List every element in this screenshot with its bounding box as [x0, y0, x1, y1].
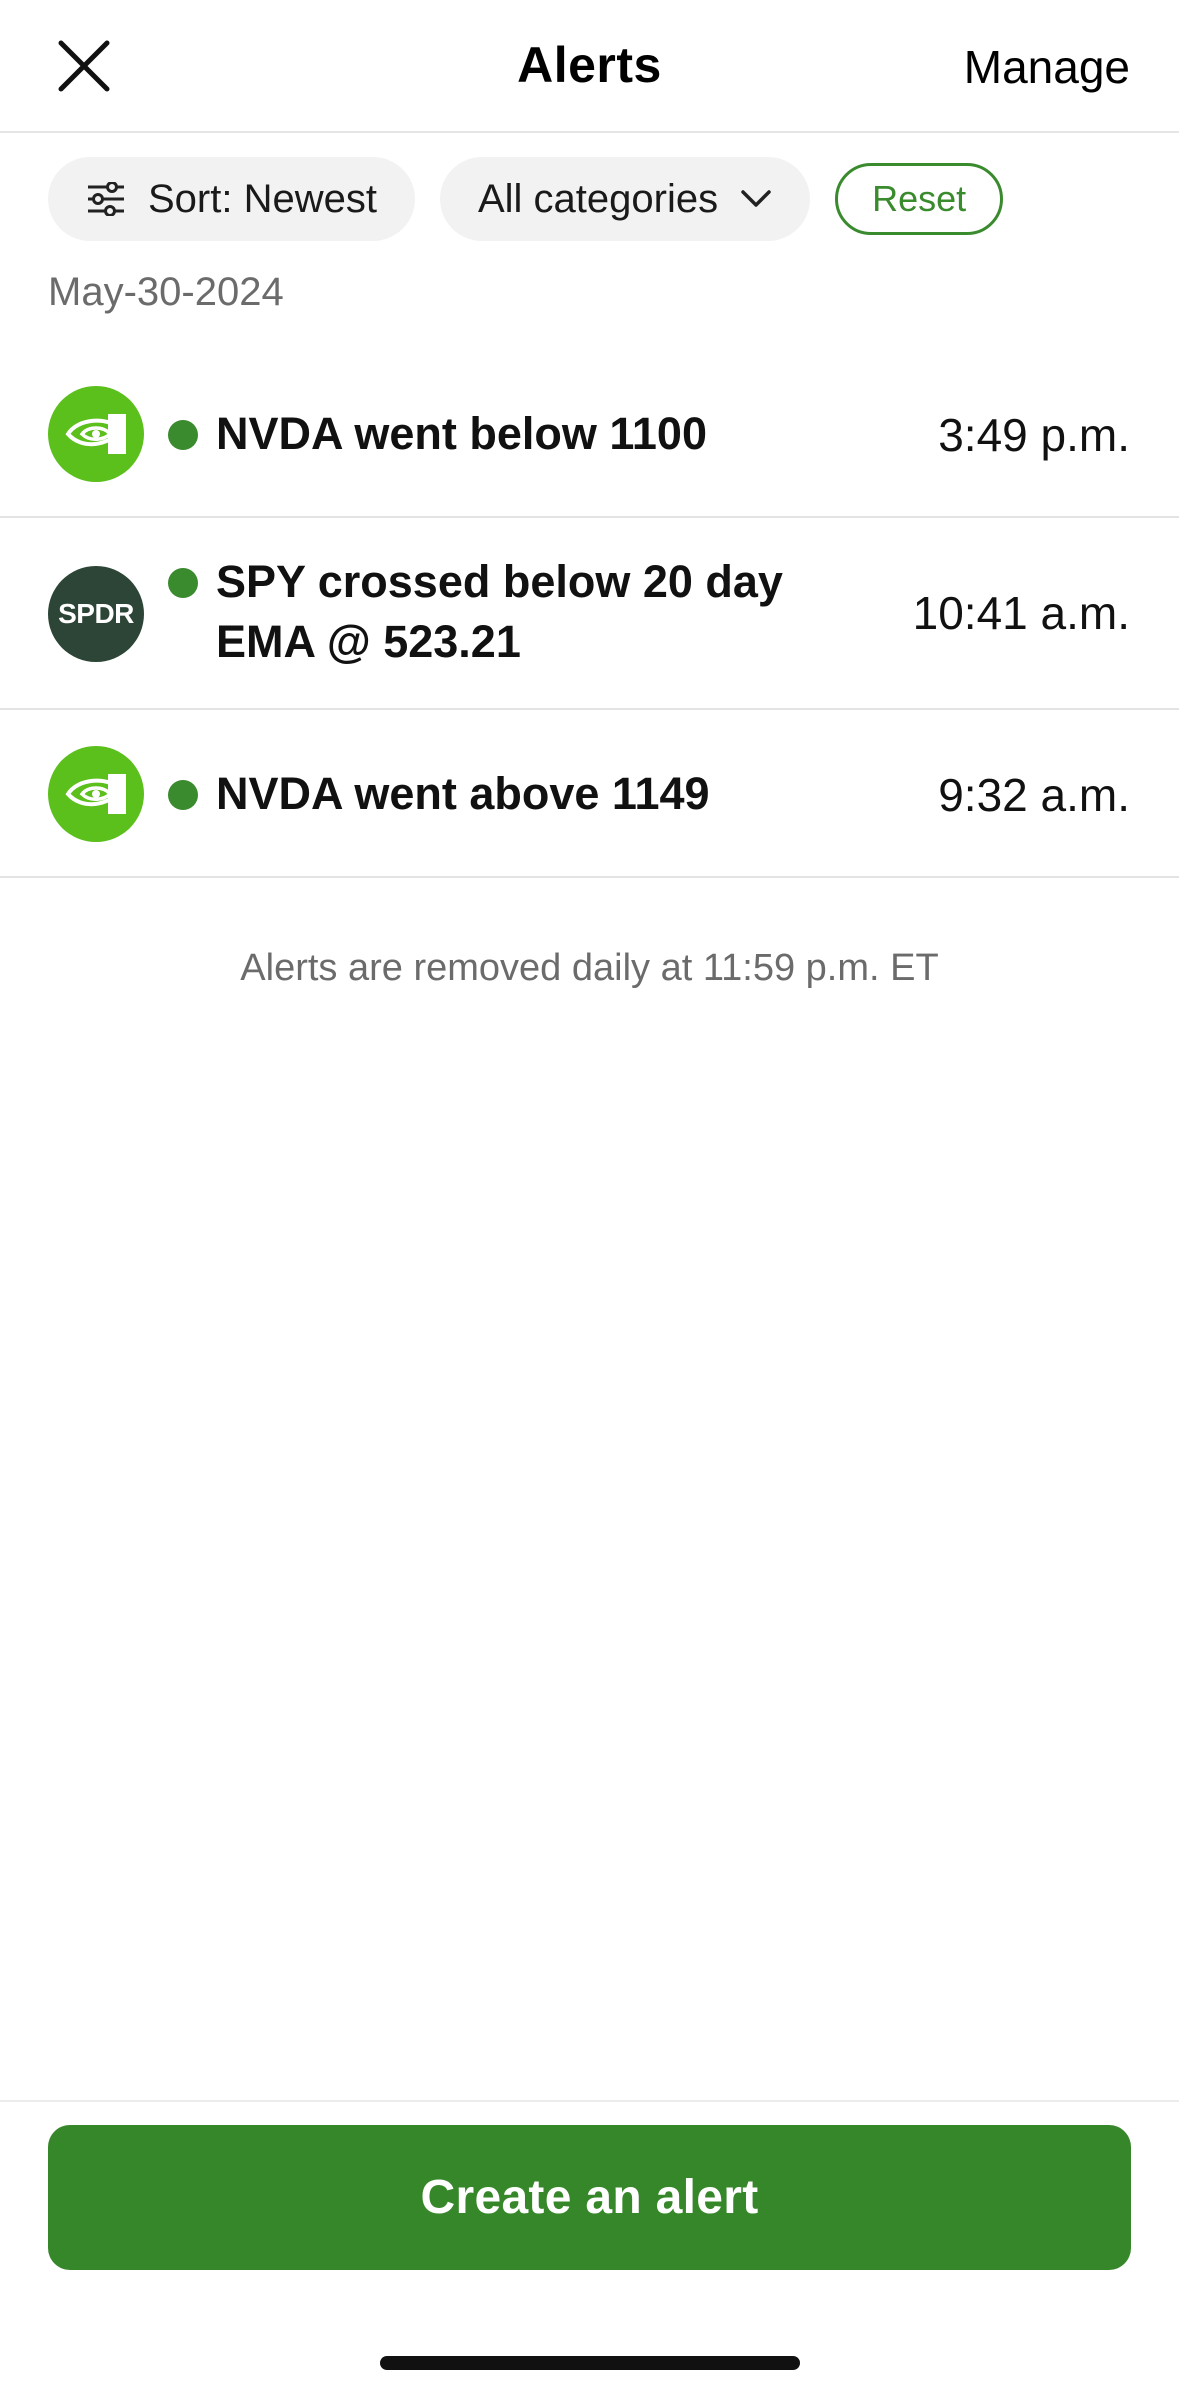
- alert-list: NVDA went below 1100 3:49 p.m. SPDR SPY …: [0, 352, 1179, 878]
- nvidia-logo: [48, 386, 144, 482]
- unread-dot: [168, 568, 198, 598]
- create-alert-button[interactable]: Create an alert: [48, 2125, 1131, 2270]
- home-indicator[interactable]: [380, 2356, 800, 2370]
- alert-message: NVDA went above 1149: [216, 768, 710, 819]
- manage-button[interactable]: Manage: [964, 40, 1130, 94]
- alert-message: SPY crossed below 20 day EMA @ 523.21: [216, 556, 783, 667]
- alert-time: 3:49 p.m.: [938, 409, 1130, 461]
- nvidia-logo: [48, 746, 144, 842]
- alert-message: NVDA went below 1100: [216, 408, 707, 459]
- sliders-icon: [86, 182, 126, 216]
- category-chip[interactable]: All categories: [439, 157, 811, 241]
- alert-row[interactable]: SPDR SPY crossed below 20 day EMA @ 523.…: [0, 518, 1179, 710]
- alert-row[interactable]: NVDA went below 1100 3:49 p.m.: [0, 352, 1179, 518]
- removal-note: Alerts are removed daily at 11:59 p.m. E…: [240, 947, 939, 989]
- date-heading: May-30-2024: [48, 270, 284, 314]
- alert-time: 9:32 a.m.: [938, 769, 1130, 821]
- spdr-logo-text: SPDR: [58, 598, 134, 629]
- filter-bar: Sort: Newest All categories Reset: [48, 157, 1004, 241]
- unread-dot: [168, 780, 198, 810]
- sort-chip[interactable]: Sort: Newest: [48, 157, 415, 241]
- header: Alerts Manage: [0, 0, 1179, 133]
- alert-time: 10:41 a.m.: [912, 587, 1130, 639]
- alert-row[interactable]: NVDA went above 1149 9:32 a.m.: [0, 710, 1179, 878]
- reset-button[interactable]: Reset: [835, 163, 1004, 235]
- spdr-logo: SPDR: [48, 566, 144, 662]
- chevron-down-icon: [740, 189, 772, 209]
- unread-dot: [168, 420, 198, 450]
- sort-label: Sort: Newest: [148, 176, 377, 221]
- category-label: All categories: [477, 176, 719, 221]
